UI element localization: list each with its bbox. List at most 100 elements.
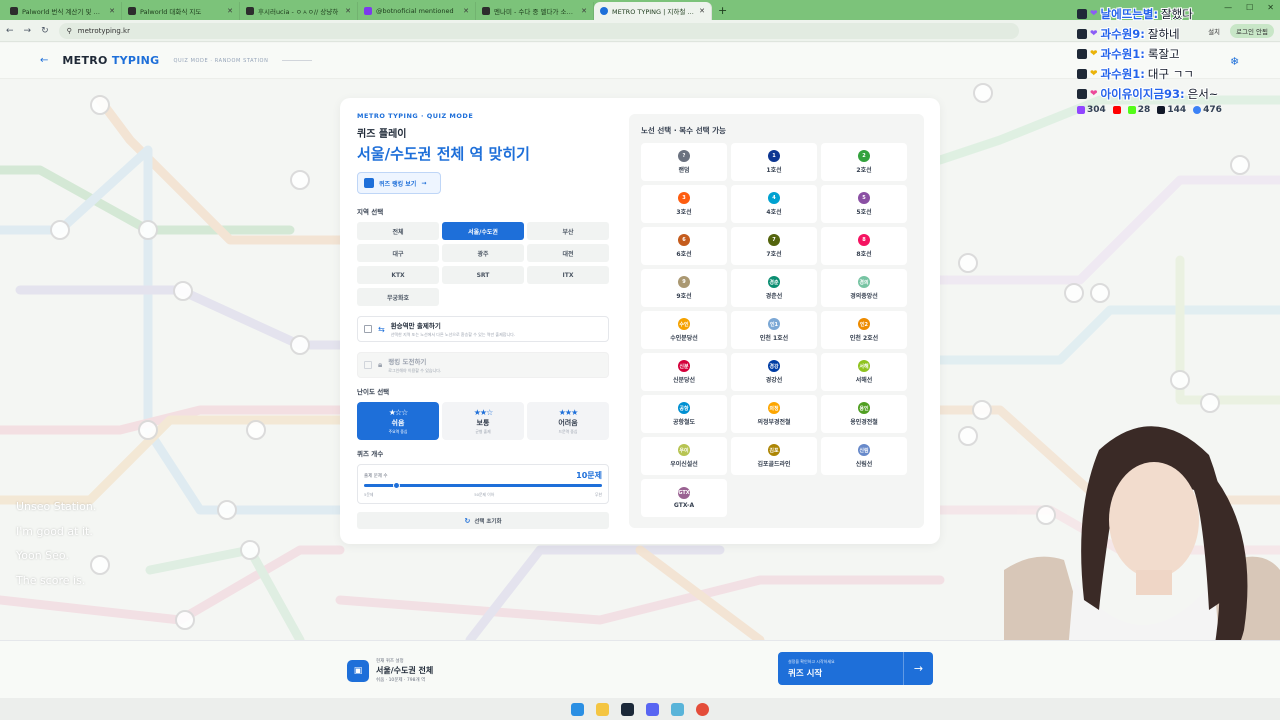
chat-badge-icon: [1077, 49, 1087, 59]
line-option[interactable]: 신분 신분당선: [641, 353, 727, 391]
line-badge-icon: 서해: [858, 360, 870, 372]
slider-handle[interactable]: [392, 482, 400, 489]
line-badge-icon: 용인: [858, 402, 870, 414]
windows-start-icon[interactable]: [571, 702, 584, 716]
chat-message: ❤ 과수원9: 잘하네: [1077, 24, 1277, 44]
difficulty-hard[interactable]: ★★★ 어려움 드문역 중심: [527, 402, 609, 440]
region-option[interactable]: SRT: [442, 266, 524, 284]
transfer-only-option[interactable]: ⇆ 환승역만 출제하기 선택한 지역 또는 노선에서 다른 노선으로 환승할 수…: [357, 316, 609, 342]
line-option[interactable]: 5 5호선: [821, 185, 907, 223]
heart-icon: ❤: [1090, 29, 1098, 39]
line-badge-icon: 인1: [768, 318, 780, 330]
difficulty-grid: ★☆☆ 쉬움 주요역 중심 ★★☆ 보통 균형 출제 ★★★ 어려움 드문역 중…: [357, 402, 609, 440]
line-option[interactable]: 2 2호선: [821, 143, 907, 181]
line-badge-icon: 수인: [678, 318, 690, 330]
browser-tab[interactable]: @botnoficial mentioned ✕: [358, 2, 476, 20]
close-icon[interactable]: ✕: [345, 7, 351, 15]
line-option[interactable]: 3 3호선: [641, 185, 727, 223]
kick-viewers: 28: [1127, 105, 1150, 115]
line-option[interactable]: 4 4호선: [731, 185, 817, 223]
region-option[interactable]: 대구: [357, 244, 439, 262]
start-quiz-button[interactable]: 설정을 확인하고 시작하세요 퀴즈 시작 →: [778, 652, 933, 685]
line-badge-icon: 신림: [858, 444, 870, 456]
steam-icon[interactable]: [621, 702, 634, 716]
heart-icon: ❤: [1090, 49, 1098, 59]
ranking-icon: [364, 178, 374, 188]
region-option[interactable]: ITX: [527, 266, 609, 284]
line-label: 9호선: [676, 293, 692, 300]
line-option[interactable]: 의정 의정부경전철: [731, 395, 817, 433]
line-option[interactable]: 김포 김포골드라인: [731, 437, 817, 475]
back-arrow-icon[interactable]: ←: [40, 55, 48, 66]
browser-tab[interactable]: 멘나미 - 수다 중 멜다가 소중히 ✕: [476, 2, 594, 20]
line-badge-icon: 신분: [678, 360, 690, 372]
url-input[interactable]: ⚲ metrotyping.kr: [58, 22, 1019, 39]
chrome-icon[interactable]: [696, 702, 709, 716]
region-section-label: 지역 선택: [357, 208, 384, 216]
site-info-icon[interactable]: ⚲: [67, 27, 72, 35]
line-option[interactable]: 1 1호선: [731, 143, 817, 181]
line-option[interactable]: 수인 수인분당선: [641, 311, 727, 349]
close-icon[interactable]: ✕: [227, 7, 233, 15]
line-option[interactable]: 인1 인천 1호선: [731, 311, 817, 349]
region-option[interactable]: 부산: [527, 222, 609, 240]
difficulty-normal[interactable]: ★★☆ 보통 균형 출제: [442, 402, 524, 440]
line-option[interactable]: ? 랜덤: [641, 143, 727, 181]
close-icon[interactable]: ✕: [699, 7, 705, 15]
browser-tab[interactable]: Palworld 대화식 지도 ✕: [122, 2, 240, 20]
file-explorer-icon[interactable]: [596, 702, 609, 716]
line-select-title: 노선 선택 · 복수 선택 가능: [641, 126, 726, 135]
line-option[interactable]: 우이 우이신설선: [641, 437, 727, 475]
line-option[interactable]: 7 7호선: [731, 227, 817, 265]
line-option[interactable]: GTX GTX-A: [641, 479, 727, 517]
forward-icon[interactable]: →: [24, 26, 32, 36]
region-option[interactable]: 대전: [527, 244, 609, 262]
transfer-checkbox[interactable]: [364, 325, 372, 333]
slider-fill: [364, 484, 602, 487]
browser-tab[interactable]: 후시러ucia - ㅇㅅㅇ// 상냥하 ✕: [240, 2, 358, 20]
region-option[interactable]: 광주: [442, 244, 524, 262]
tab-favicon-icon: [246, 7, 254, 15]
line-label: 4호선: [766, 209, 782, 216]
ranking-challenge-option: 🔒︎ 랭킹 도전하기 로그인해야 이용할 수 있습니다.: [357, 352, 609, 378]
line-option[interactable]: 경춘 경춘선: [731, 269, 817, 307]
close-icon[interactable]: ✕: [581, 7, 587, 15]
reset-selection-button[interactable]: ↻ 선택 초기화: [357, 512, 609, 529]
line-badge-icon: 공항: [678, 402, 690, 414]
browser-tab[interactable]: Palworld 번식 계산기 및 모든 ✕: [4, 2, 122, 20]
line-option[interactable]: 9 9호선: [641, 269, 727, 307]
line-option[interactable]: 경강 경강선: [731, 353, 817, 391]
reload-icon[interactable]: ↻: [41, 26, 49, 36]
region-grid: 전체 서울/수도권 부산 대구 광주 대전 KTX SRT ITX 무궁화호: [357, 222, 609, 306]
line-option[interactable]: 서해 서해선: [821, 353, 907, 391]
close-icon[interactable]: ✕: [109, 7, 115, 15]
line-option[interactable]: 인2 인천 2호선: [821, 311, 907, 349]
new-tab-button[interactable]: +: [712, 4, 733, 17]
line-option[interactable]: 공항 공항철도: [641, 395, 727, 433]
quiz-ranking-button[interactable]: 퀴즈 랭킹 보기 →: [357, 172, 441, 194]
browser-tab-active[interactable]: METRO TYPING | 지하철 타이핑✕: [594, 2, 712, 20]
back-icon[interactable]: ←: [6, 26, 14, 36]
refresh-icon: ↻: [464, 516, 471, 525]
train-icon: ▣: [347, 659, 369, 682]
region-option-selected[interactable]: 서울/수도권: [442, 222, 524, 240]
line-option[interactable]: 8 8호선: [821, 227, 907, 265]
discord-icon[interactable]: [646, 702, 659, 716]
region-option[interactable]: 전체: [357, 222, 439, 240]
line-badge-icon: 6: [678, 234, 690, 246]
os-taskbar: [0, 698, 1280, 720]
difficulty-easy[interactable]: ★☆☆ 쉬움 주요역 중심: [357, 402, 439, 440]
count-slider[interactable]: [364, 482, 602, 489]
tab-favicon-icon: [482, 7, 490, 15]
line-option[interactable]: 용인 용인경전철: [821, 395, 907, 433]
line-option[interactable]: 경의 경의중앙선: [821, 269, 907, 307]
notepad-icon[interactable]: [671, 702, 684, 716]
close-icon[interactable]: ✕: [463, 7, 469, 15]
line-option[interactable]: 6 6호선: [641, 227, 727, 265]
stars-icon: ★★☆: [473, 407, 493, 417]
region-option[interactable]: KTX: [357, 266, 439, 284]
region-option[interactable]: 무궁화호: [357, 288, 439, 306]
line-option[interactable]: 신림 신림선: [821, 437, 907, 475]
brand-logo[interactable]: METRO TYPING: [62, 54, 159, 67]
line-label: 경의중앙선: [850, 293, 878, 300]
